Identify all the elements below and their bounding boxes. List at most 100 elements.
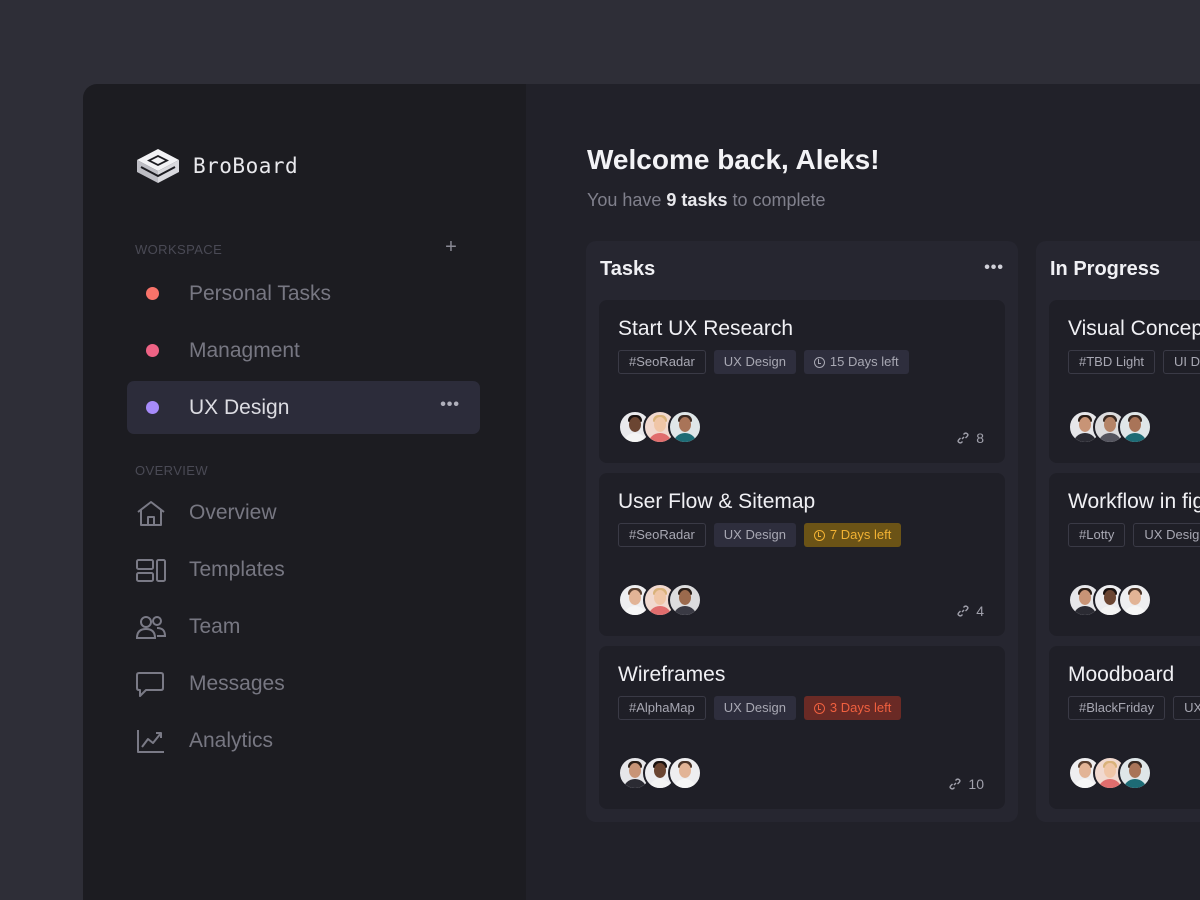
card-title: Workflow in figma xyxy=(1068,490,1200,513)
attachments-count[interactable]: 8 xyxy=(957,430,984,446)
clock-icon xyxy=(813,702,825,714)
deadline-tag: 3 Days left xyxy=(803,696,902,720)
avatar[interactable] xyxy=(668,410,702,444)
clock-icon xyxy=(813,356,825,368)
card-tags: #SeoRadar UX Design 7 Days left xyxy=(618,523,902,547)
deadline-tag: 7 Days left xyxy=(803,523,902,547)
category-tag[interactable]: UX Design xyxy=(1133,523,1200,547)
project-tag[interactable]: #TBD Light xyxy=(1068,350,1156,374)
workspace-color-dot xyxy=(146,344,159,357)
avatar[interactable] xyxy=(1118,756,1152,790)
page-title: Welcome back, Aleks! xyxy=(587,144,880,175)
page-subtitle: You have 9 tasks to complete xyxy=(587,190,826,211)
nav-item-label: Messages xyxy=(189,672,285,695)
category-tag[interactable]: UX Design xyxy=(713,350,796,374)
category-tag[interactable]: UX Design xyxy=(713,523,796,547)
nav-item-team[interactable]: Team xyxy=(135,612,240,642)
deadline-text: 15 Days left xyxy=(829,354,899,369)
task-card[interactable]: Wireframes #AlphaMap UX Design 3 Days le… xyxy=(599,646,1005,809)
main-content: Welcome back, Aleks! You have 9 tasks to… xyxy=(526,84,1200,900)
workspace-item-label: Personal Tasks xyxy=(189,281,332,305)
brand-logo[interactable]: BroBoard xyxy=(135,147,298,185)
home-icon xyxy=(135,498,169,528)
task-card[interactable]: Workflow in figma #Lotty UX Design xyxy=(1049,473,1200,636)
card-title: User Flow & Sitemap xyxy=(618,490,816,513)
avatar[interactable] xyxy=(668,583,702,617)
card-tags: #SeoRadar UX Design 15 Days left xyxy=(618,350,909,374)
deadline-text: 7 Days left xyxy=(829,527,892,542)
task-count: 9 tasks xyxy=(666,190,728,210)
workspace-color-dot xyxy=(146,401,159,414)
subtitle-suffix: to complete xyxy=(727,190,826,210)
board-column-in-progress: In Progress Visual Concept #TBD Light UI… xyxy=(1036,241,1200,822)
workspace-item-managment[interactable]: Managment xyxy=(127,324,480,377)
column-title: In Progress xyxy=(1050,258,1161,280)
templates-icon xyxy=(135,555,169,585)
card-title: Visual Concept xyxy=(1068,317,1200,340)
card-tags: #BlackFriday UX Design xyxy=(1068,696,1200,720)
assignee-avatars xyxy=(1068,756,1152,790)
project-tag[interactable]: #AlphaMap xyxy=(618,696,706,720)
nav-item-analytics[interactable]: Analytics xyxy=(135,726,273,756)
avatar[interactable] xyxy=(668,756,702,790)
link-icon xyxy=(957,605,969,617)
task-card[interactable]: User Flow & Sitemap #SeoRadar UX Design … xyxy=(599,473,1005,636)
nav-item-label: Templates xyxy=(189,558,285,581)
workspace-item-personal-tasks[interactable]: Personal Tasks xyxy=(127,267,480,320)
app-window: BroBoard WORKSPACE + Personal Tasks Mana… xyxy=(83,84,1200,900)
assignee-avatars xyxy=(618,410,702,444)
card-title: Wireframes xyxy=(618,663,726,686)
project-tag[interactable]: #SeoRadar xyxy=(618,350,706,374)
card-title: Start UX Research xyxy=(618,317,794,340)
card-tags: #AlphaMap UX Design 3 Days left xyxy=(618,696,902,720)
card-tags: #TBD Light UI Design xyxy=(1068,350,1200,374)
avatar[interactable] xyxy=(1118,410,1152,444)
sidebar: BroBoard WORKSPACE + Personal Tasks Mana… xyxy=(83,84,526,900)
nav-item-label: Analytics xyxy=(189,729,274,752)
board-column-tasks: Tasks ••• Start UX Research #SeoRadar UX… xyxy=(586,241,1018,822)
attachments-number: 8 xyxy=(976,430,984,446)
project-tag[interactable]: #Lotty xyxy=(1068,523,1126,547)
nav-item-label: Team xyxy=(189,615,241,638)
category-tag[interactable]: UX Design xyxy=(713,696,796,720)
analytics-icon xyxy=(135,726,169,756)
workspace-section-label: WORKSPACE xyxy=(135,242,223,257)
nav-item-templates[interactable]: Templates xyxy=(135,555,285,585)
nav-item-label: Overview xyxy=(189,501,277,524)
overview-section-label: OVERVIEW xyxy=(135,463,209,478)
link-icon xyxy=(949,778,962,790)
project-tag[interactable]: #SeoRadar xyxy=(618,523,706,547)
team-icon xyxy=(135,612,169,642)
attachments-number: 4 xyxy=(976,603,984,619)
workspace-item-label: Managment xyxy=(189,338,300,362)
card-title: Moodboard xyxy=(1068,663,1175,686)
workspace-item-ux-design[interactable]: UX Design ••• xyxy=(127,381,480,434)
workspace-more-button[interactable]: ••• xyxy=(440,396,460,414)
message-icon xyxy=(135,669,169,699)
category-tag[interactable]: UX Design xyxy=(1173,696,1200,720)
project-tag[interactable]: #BlackFriday xyxy=(1068,696,1166,720)
category-tag[interactable]: UI Design xyxy=(1163,350,1200,374)
card-tags: #Lotty UX Design xyxy=(1068,523,1200,547)
task-card[interactable]: Visual Concept #TBD Light UI Design xyxy=(1049,300,1200,463)
attachments-count[interactable]: 10 xyxy=(949,776,984,792)
nav-item-overview[interactable]: Overview xyxy=(135,498,277,528)
avatar[interactable] xyxy=(1118,583,1152,617)
assignee-avatars xyxy=(618,756,702,790)
assignee-avatars xyxy=(618,583,702,617)
nav-item-messages[interactable]: Messages xyxy=(135,669,285,699)
deadline-tag: 15 Days left xyxy=(803,350,909,374)
task-card[interactable]: Moodboard #BlackFriday UX Design xyxy=(1049,646,1200,809)
attachments-count[interactable]: 4 xyxy=(957,603,984,619)
brand-name: BroBoard xyxy=(193,154,299,178)
attachments-number: 10 xyxy=(968,776,984,792)
deadline-text: 3 Days left xyxy=(829,700,892,715)
link-icon xyxy=(957,432,969,444)
column-title: Tasks xyxy=(600,258,656,280)
workspace-item-label: UX Design xyxy=(189,395,290,419)
subtitle-prefix: You have xyxy=(587,190,667,210)
add-workspace-button[interactable]: + xyxy=(441,237,461,257)
assignee-avatars xyxy=(1068,583,1152,617)
task-card[interactable]: Start UX Research #SeoRadar UX Design 15… xyxy=(599,300,1005,463)
column-more-button[interactable]: ••• xyxy=(984,259,1004,277)
